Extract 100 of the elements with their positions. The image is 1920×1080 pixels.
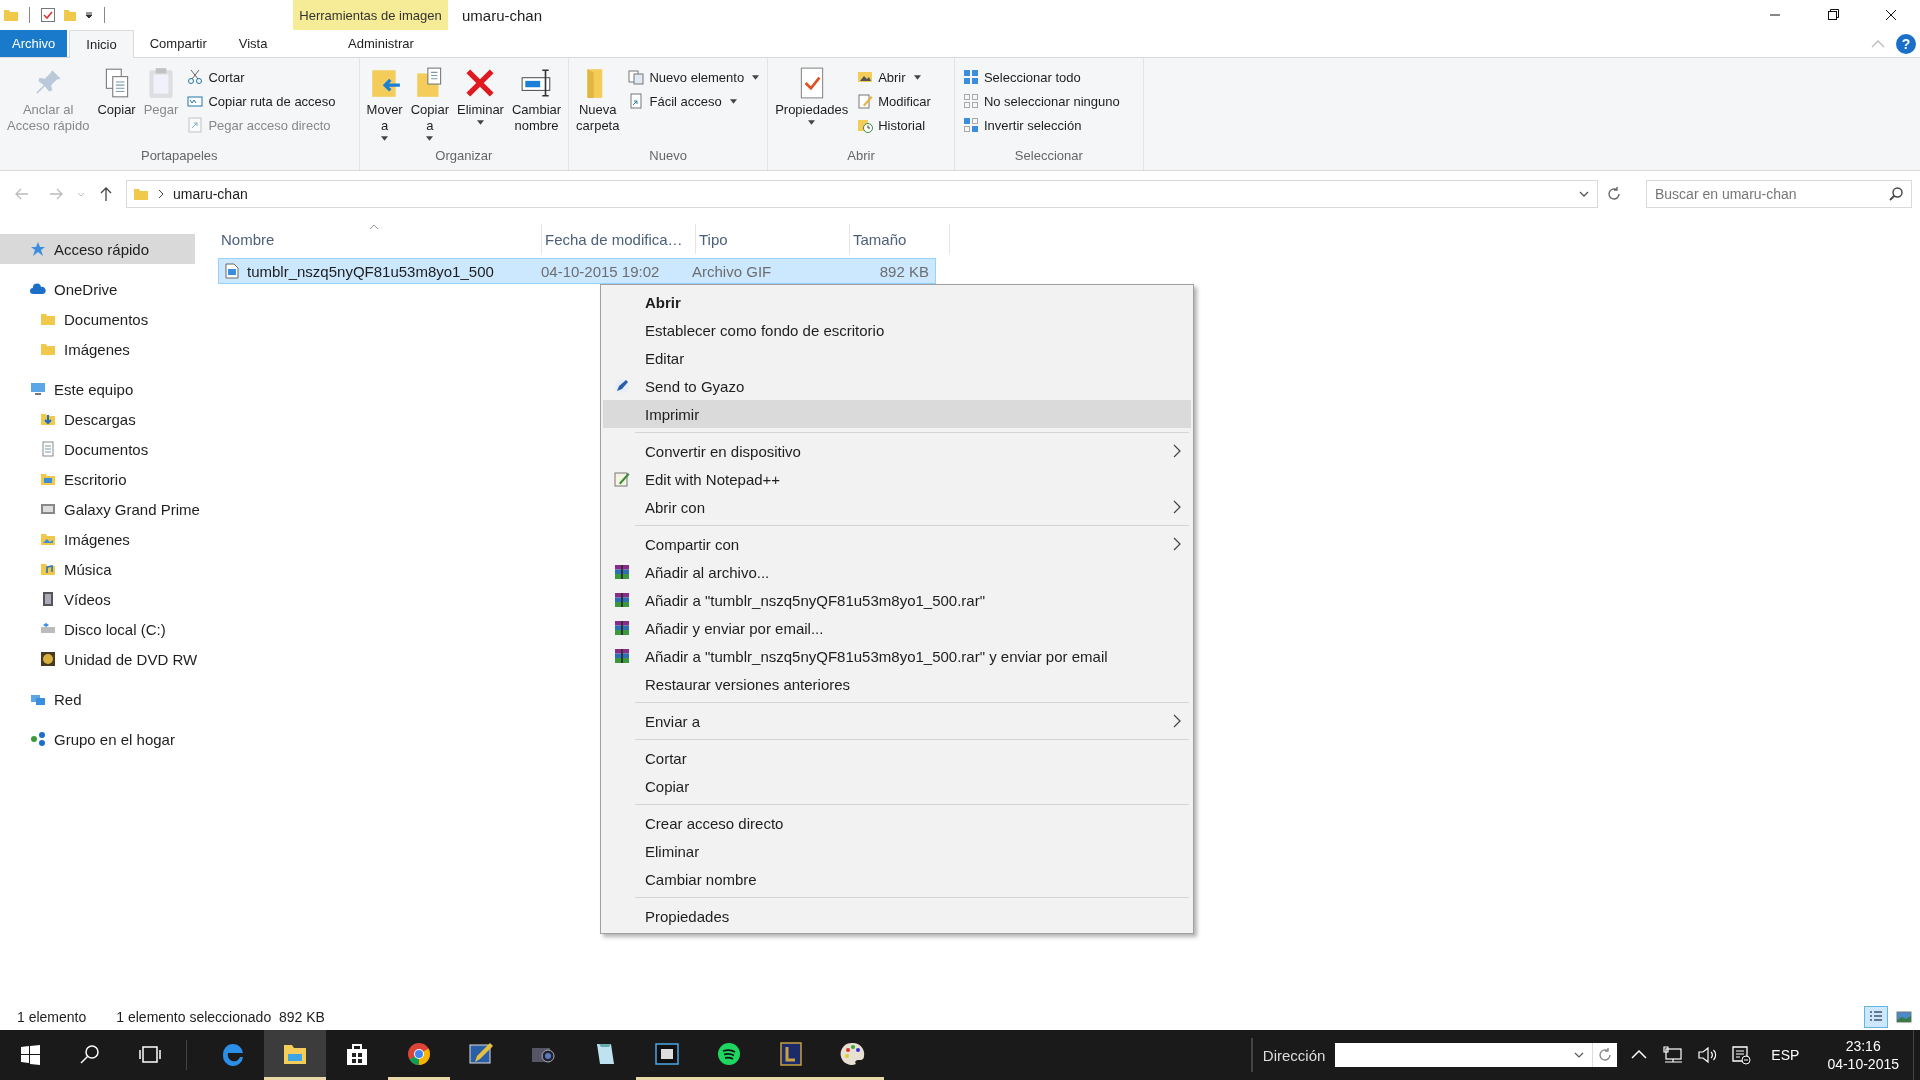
ribbon-tab[interactable]: Compartir xyxy=(133,30,223,57)
menu-item[interactable]: Imprimir xyxy=(603,400,1191,428)
device-icon xyxy=(40,501,56,517)
group-label: Nuevo xyxy=(648,147,688,165)
invert-selection-icon xyxy=(962,117,979,133)
clock-time[interactable]: 23:16 xyxy=(1845,1037,1881,1055)
menu-item[interactable]: Añadir a "tumblr_nszq5nyQF81u53m8yo1_500.rar" y enviar por email xyxy=(603,642,1191,670)
menu-item[interactable]: Send to Gyazo xyxy=(603,372,1191,400)
context-tab-header: Herramientas de imagen xyxy=(293,0,448,30)
sidebar-item[interactable]: Imágenes xyxy=(0,524,205,554)
ribbon-button[interactable]: Historial xyxy=(853,114,950,136)
column-header[interactable]: Nombre xyxy=(218,224,542,254)
clock-date[interactable]: 04-10-2015 xyxy=(1827,1055,1899,1073)
ribbon-button[interactable]: Mover a xyxy=(363,62,406,146)
group-label: Seleccionar xyxy=(1013,147,1084,165)
menu-item[interactable]: Edit with Notepad++ xyxy=(603,465,1191,493)
sidebar-item[interactable]: Descargas xyxy=(0,404,205,434)
window-title: umaru-chan xyxy=(462,6,543,24)
menu-item[interactable]: Añadir al archivo... xyxy=(603,558,1191,586)
ribbon-tab[interactable]: Administrar xyxy=(303,30,459,57)
menu-item[interactable]: Cortar xyxy=(603,744,1191,772)
ribbon-button[interactable]: Invertir selección xyxy=(958,114,1139,136)
books-icon xyxy=(613,564,631,580)
sidebar-item[interactable]: Este equipo xyxy=(0,374,195,404)
search-field[interactable]: Buscar en umaru-chan xyxy=(1646,179,1912,208)
checkbox-icon[interactable] xyxy=(40,7,56,23)
ribbon-button[interactable]: Nueva carpeta xyxy=(573,62,623,146)
ribbon-button[interactable]: Propiedades xyxy=(772,62,852,146)
input-language-indicator[interactable]: ESP xyxy=(1771,1047,1800,1063)
group-label: Portapapeles xyxy=(139,147,219,165)
file-tab[interactable]: Archivo xyxy=(0,30,68,57)
sidebar-item[interactable]: Red xyxy=(0,684,195,714)
taskbar-app-button[interactable] xyxy=(264,1030,326,1080)
menu-item[interactable]: Compartir con xyxy=(603,530,1191,558)
menu-item[interactable]: Propiedades xyxy=(603,902,1191,930)
history-icon xyxy=(857,117,874,133)
breadcrumb[interactable]: umaru-chan xyxy=(173,185,248,202)
ribbon-button[interactable]: Eliminar xyxy=(454,62,507,146)
menu-item[interactable]: Crear acceso directo xyxy=(603,809,1191,837)
ribbon-tab[interactable]: Inicio xyxy=(69,30,134,58)
ribbon-button[interactable]: No seleccionar ninguno xyxy=(958,90,1139,112)
ribbon-tab[interactable]: Vista xyxy=(222,30,284,57)
help-button[interactable]: ? xyxy=(1896,33,1916,54)
large-icons-view-icon xyxy=(1896,1009,1912,1025)
address-toolbar-field[interactable] xyxy=(1335,1043,1618,1067)
sidebar-item[interactable]: Galaxy Grand Prime xyxy=(0,494,205,524)
select-none-icon xyxy=(962,93,979,109)
table-cell-text: Archivo GIF xyxy=(691,261,773,282)
menu-item[interactable]: Eliminar xyxy=(603,837,1191,865)
video-icon xyxy=(40,591,56,607)
ribbon-button[interactable]: Copiar a xyxy=(407,62,452,146)
table-cell-text: 892 KB xyxy=(878,261,930,282)
ribbon-button[interactable]: Abrir xyxy=(853,66,950,88)
sidebar-item[interactable]: Vídeos xyxy=(0,584,205,614)
ribbon-button[interactable]: Cambiar nombre xyxy=(508,62,565,146)
ribbon-button[interactable]: Copiar ruta de acceso xyxy=(183,90,355,112)
file-name: tumblr_nszq5nyQF81u53m8yo1_500 xyxy=(247,262,494,280)
sidebar-item[interactable]: Unidad de DVD RW xyxy=(0,644,205,674)
notifications-icon[interactable] xyxy=(1729,1043,1754,1067)
game-icon xyxy=(777,1039,805,1068)
ribbon-button[interactable]: Copiar xyxy=(94,62,139,146)
menu-item[interactable]: Cambiar nombre xyxy=(603,865,1191,893)
sidebar-item[interactable]: Disco local (C:) xyxy=(0,614,205,644)
desktop-folder-icon xyxy=(40,471,56,487)
sidebar-item[interactable]: Documentos xyxy=(0,434,205,464)
cloud-icon xyxy=(30,281,46,297)
details-view-button[interactable] xyxy=(1864,1006,1888,1028)
ribbon-button[interactable]: Fácil acceso xyxy=(624,90,764,112)
ribbon-button[interactable]: Seleccionar todo xyxy=(958,66,1139,88)
menu-item[interactable]: Editar xyxy=(603,344,1191,372)
menu-item[interactable]: Establecer como fondo de escritorio xyxy=(603,316,1191,344)
menu-item[interactable]: Convertir en dispositivo xyxy=(603,437,1191,465)
column-header[interactable]: Tipo xyxy=(696,224,850,254)
menu-item[interactable]: Enviar a xyxy=(603,707,1191,735)
star-icon xyxy=(30,241,46,257)
menu-item[interactable]: Añadir y enviar por email... xyxy=(603,614,1191,642)
address-field[interactable]: umaru-chan xyxy=(126,179,1598,208)
dropdown-icon[interactable] xyxy=(84,10,94,20)
search-icon[interactable] xyxy=(1888,185,1904,202)
menu-item[interactable]: Abrir xyxy=(603,288,1191,316)
menu-item[interactable]: Añadir a "tumblr_nszq5nyQF81u53m8yo1_500.rar" xyxy=(603,586,1191,614)
menu-item[interactable]: Abrir con xyxy=(603,493,1191,521)
sidebar-item[interactable]: OneDrive xyxy=(0,274,195,304)
edit-icon xyxy=(857,93,874,109)
sidebar-item[interactable]: Documentos xyxy=(0,304,205,334)
sidebar-item[interactable]: Imágenes xyxy=(0,334,205,364)
menu-item[interactable]: Restaurar versiones anteriores xyxy=(603,670,1191,698)
group-label: Abrir xyxy=(846,147,876,165)
menu-item[interactable]: Copiar xyxy=(603,772,1191,800)
ribbon-button[interactable]: Modificar xyxy=(853,90,950,112)
file-row[interactable]: tumblr_nszq5nyQF81u53m8yo1_500 04-10-2015 19:02 Archivo GIF 892 KB xyxy=(218,258,936,284)
sidebar-item[interactable]: Escritorio xyxy=(0,464,205,494)
ribbon-button[interactable]: Cortar xyxy=(183,66,355,88)
sidebar-item[interactable]: Acceso rápido xyxy=(0,234,195,264)
sidebar-item[interactable]: Música xyxy=(0,554,205,584)
column-header[interactable]: Fecha de modifica… xyxy=(542,224,696,254)
ribbon-button[interactable]: Nuevo elemento xyxy=(624,66,764,88)
sidebar-item[interactable]: Grupo en el hogar xyxy=(0,724,195,754)
table-cell-text: 04-10-2015 19:02 xyxy=(539,261,661,282)
column-header[interactable]: Tamaño xyxy=(850,224,950,254)
